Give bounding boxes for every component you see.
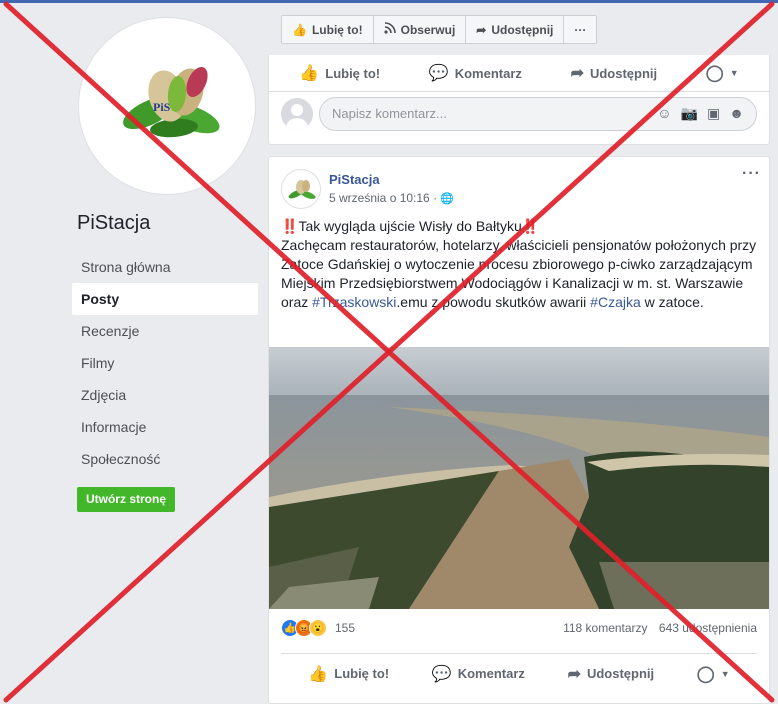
camera-icon[interactable]: 📷 <box>681 105 698 122</box>
comment-label: Komentarz <box>454 65 522 81</box>
comment-button[interactable]: 💬 Komentarz <box>429 63 522 83</box>
post-stats: 👍 😡 😮 155 118 komentarzy 643 udostępnien… <box>281 619 757 637</box>
page-title[interactable]: PiStacja <box>77 212 150 235</box>
post-photo[interactable] <box>269 347 769 609</box>
page-profile-picture[interactable]: PiS <box>78 17 256 195</box>
thumbs-up-icon: 👍 <box>308 665 329 683</box>
post-text: ‼️Tak wygląda ujście Wisły do Bałtyku‼️ … <box>281 217 761 312</box>
post-meta: PiStacja 5 września o 10:16 · 🌐 <box>329 169 454 209</box>
share-arrow-icon: ➦ <box>476 22 487 37</box>
audience-selector[interactable]: ◯ ▼ <box>697 664 730 684</box>
post-timestamp[interactable]: 5 września o 10:16 · 🌐 <box>329 191 454 205</box>
share-button[interactable]: ➦ Udostępnij <box>568 664 655 684</box>
thumbs-up-icon: 👍 <box>299 65 320 82</box>
speech-bubble-icon: 💬 <box>428 65 449 82</box>
rss-icon <box>384 22 396 37</box>
post-body-text: w zatoce. <box>640 294 704 310</box>
reaction-summary[interactable]: 👍 😡 😮 155 <box>281 619 355 637</box>
sticker-icon[interactable]: ☻ <box>729 105 744 122</box>
reaction-count: 155 <box>335 621 356 635</box>
post-action-row: 👍 Lubię to! 💬 Komentarz ➦ Udostępnij ◯ ▼ <box>269 55 769 91</box>
user-icon: ◯ <box>696 665 715 683</box>
post-time-text: 5 września o 10:16 · <box>329 191 438 205</box>
like-label: Lubię to! <box>325 65 381 81</box>
comment-placeholder: Napisz komentarz... <box>332 106 447 121</box>
post-author-name[interactable]: PiStacja <box>329 172 454 187</box>
share-button[interactable]: ➦ Udostępnij <box>571 63 658 83</box>
more-label: ··· <box>574 22 587 37</box>
sidebar-item-photos[interactable]: Zdjęcia <box>72 379 258 411</box>
sidebar-item-community[interactable]: Społeczność <box>72 443 258 475</box>
speech-bubble-icon: 💬 <box>431 665 452 683</box>
headline-text: Tak wygląda ujście Wisły do Bałtyku <box>298 218 522 234</box>
wow-reaction-icon: 😮 <box>309 619 327 637</box>
follow-label: Obserwuj <box>400 22 456 37</box>
post-author-avatar[interactable] <box>281 169 321 209</box>
page-like-button[interactable]: 👍 Lubię to! <box>282 16 374 43</box>
create-page-button[interactable]: Utwórz stronę <box>77 487 175 512</box>
post-options-button[interactable]: ··· <box>742 165 761 183</box>
post-card: PiStacja 5 września o 10:16 · 🌐 ··· ‼️Ta… <box>268 156 770 704</box>
post-body-text: .emu z powodu skutków awarii <box>396 294 591 310</box>
sidebar-item-home[interactable]: Strona główna <box>72 251 258 283</box>
page-navigation: Strona główna Posty Recenzje Filmy Zdjęc… <box>72 251 258 475</box>
sidebar-item-posts[interactable]: Posty <box>72 283 258 315</box>
like-button[interactable]: 👍 Lubię to! <box>299 63 380 83</box>
chevron-down-icon: ▼ <box>720 668 730 679</box>
page-share-button[interactable]: ➦ Udostępnij <box>466 16 565 43</box>
page-like-label: Lubię to! <box>311 22 363 37</box>
comment-composer: Napisz komentarz... ☺ 📷 ▣ ☻ <box>269 91 769 135</box>
like-button[interactable]: 👍 Lubię to! <box>308 664 389 684</box>
sidebar-item-about[interactable]: Informacje <box>72 411 258 443</box>
share-label: Udostępnij <box>589 65 658 81</box>
comment-label: Komentarz <box>457 666 525 681</box>
avatar <box>281 97 313 130</box>
post-counts: 118 komentarzy 643 udostępnienia <box>555 621 757 635</box>
double-exclamation-icon: ‼️ <box>521 218 540 234</box>
page-share-label: Udostępnij <box>491 22 554 37</box>
share-label: Udostępnij <box>586 666 655 681</box>
shares-count[interactable]: 643 udostępnienia <box>659 621 757 635</box>
hashtag-link[interactable]: #Trzaskowski <box>312 294 396 310</box>
emoji-icon[interactable]: ☺ <box>657 105 671 122</box>
previous-post-footer: 👍 Lubię to! 💬 Komentarz ➦ Udostępnij ◯ ▼… <box>268 55 770 145</box>
user-icon: ◯ <box>705 65 724 82</box>
gif-icon[interactable]: ▣ <box>707 105 720 122</box>
post-action-row: 👍 Lubię to! 💬 Komentarz ➦ Udostępnij ◯ ▼ <box>281 653 757 693</box>
post-headline: ‼️Tak wygląda ujście Wisły do Bałtyku‼️ <box>281 217 761 236</box>
comment-button[interactable]: 💬 Komentarz <box>432 664 525 684</box>
post-header: PiStacja 5 września o 10:16 · 🌐 <box>281 169 454 209</box>
share-arrow-icon: ➦ <box>567 665 581 683</box>
share-arrow-icon: ➦ <box>570 65 584 82</box>
more-options-button[interactable]: ··· <box>564 16 596 43</box>
comment-input[interactable]: Napisz komentarz... ☺ 📷 ▣ ☻ <box>319 96 757 131</box>
hashtag-link[interactable]: #Czajka <box>590 294 641 310</box>
sidebar-item-videos[interactable]: Filmy <box>72 347 258 379</box>
double-exclamation-icon: ‼️ <box>281 218 299 234</box>
follow-button[interactable]: Obserwuj <box>374 16 467 43</box>
globe-icon: 🌐 <box>440 193 455 205</box>
like-label: Lubię to! <box>334 666 390 681</box>
page-sidebar: PiS PiStacja Strona główna Posty Recenzj… <box>0 3 268 704</box>
chevron-down-icon: ▼ <box>729 68 739 78</box>
thumbs-up-icon: 👍 <box>292 22 307 37</box>
page-action-bar: 👍 Lubię to! Obserwuj ➦ Udostępnij ··· <box>281 15 598 44</box>
logo-text: PiS <box>153 100 171 114</box>
sidebar-item-reviews[interactable]: Recenzje <box>72 315 258 347</box>
post-body: Zachęcam restauratorów, hotelarzy, właśc… <box>281 236 761 312</box>
comments-count[interactable]: 118 komentarzy <box>563 621 648 635</box>
audience-selector[interactable]: ◯ ▼ <box>706 63 739 83</box>
